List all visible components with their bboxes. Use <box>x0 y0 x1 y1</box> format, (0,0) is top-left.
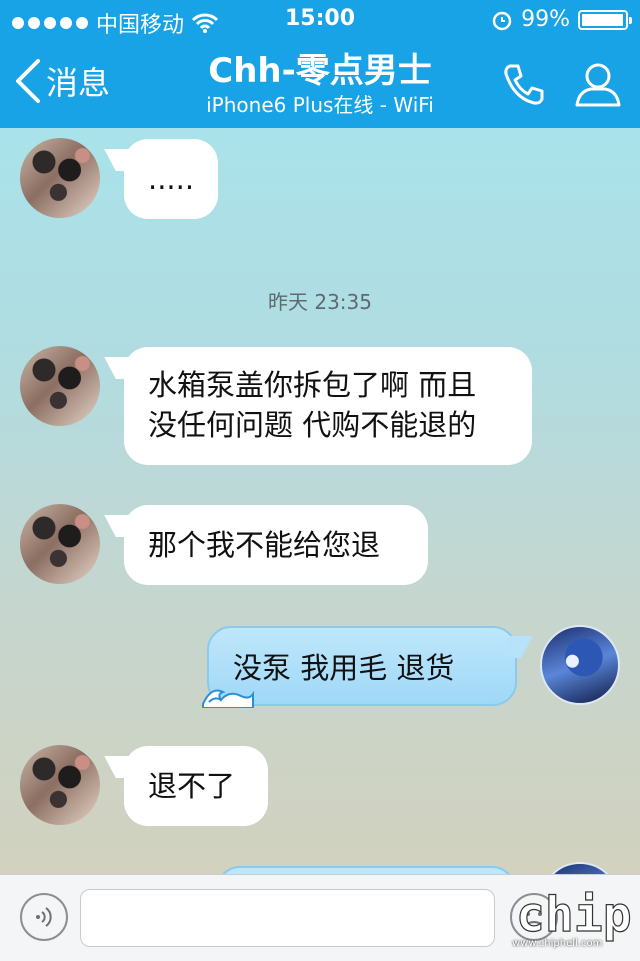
message-text: ..... <box>148 162 195 196</box>
message-bubble-left[interactable]: 那个我不能给您退 <box>124 505 428 585</box>
message-input[interactable] <box>80 889 495 947</box>
call-button[interactable] <box>498 58 550 110</box>
message-text: 退不了 <box>148 769 236 803</box>
phone-icon <box>504 64 544 105</box>
emoji-button[interactable] <box>510 893 558 941</box>
contact-profile-button[interactable] <box>572 58 624 110</box>
message-text-line: 水箱泵盖你拆包了啊 而且 <box>148 368 477 402</box>
message-bubble-left[interactable]: ..... <box>124 139 218 219</box>
status-right: 99% <box>491 7 632 32</box>
emoji-icon <box>526 912 542 925</box>
status-bar: 中国移动 15:00 99% <box>0 0 640 40</box>
contact-avatar[interactable] <box>20 745 100 825</box>
contact-avatar[interactable] <box>20 138 100 218</box>
message-text: 那个我不能给您退 <box>148 528 381 562</box>
message-bubble-left[interactable]: 水箱泵盖你拆包了啊 而且 没任何问题 代购不能退的 <box>124 347 532 465</box>
contact-icon <box>575 63 621 107</box>
contact-avatar[interactable] <box>20 504 100 584</box>
message-timestamp: 昨天 23:35 <box>268 290 372 314</box>
message-bubble-left[interactable]: 退不了 <box>124 746 268 826</box>
contact-avatar[interactable] <box>20 346 100 426</box>
battery-icon <box>578 9 632 30</box>
chat-header: 中国移动 15:00 99% 消息 Chh-零点男士 iPhone6 Plus在… <box>0 0 640 128</box>
message-text-line: 没任何问题 代购不能退的 <box>148 408 477 442</box>
voice-icon <box>36 907 52 927</box>
alarm-icon <box>492 11 512 30</box>
message-text: 没泵 我用毛 退货 <box>233 651 455 685</box>
voice-input-button[interactable] <box>20 893 68 941</box>
message-input-bar: chip www.chiphell.com <box>0 874 640 961</box>
battery-percent: 99% <box>521 7 570 32</box>
wave-icon <box>202 689 254 708</box>
my-avatar[interactable] <box>540 625 620 705</box>
message-bubble-right[interactable]: 没泵 我用毛 退货 <box>202 626 517 708</box>
